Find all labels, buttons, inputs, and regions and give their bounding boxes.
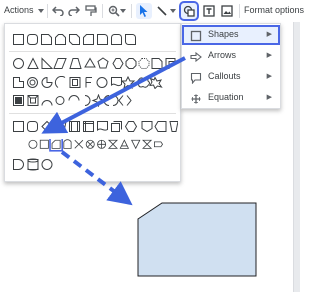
menu-item-shapes[interactable]: Shapes ▶ (182, 25, 280, 45)
plus-icon (190, 92, 202, 104)
arrow-icon (190, 50, 202, 63)
menu-item-label: Callouts (208, 71, 241, 81)
submenu-arrow-icon: ▶ (266, 31, 272, 38)
menu-item-label: Equation (208, 92, 244, 102)
callout-icon (190, 71, 202, 85)
shapes-row-basic-1[interactable] (13, 57, 178, 70)
palette-divider (9, 51, 176, 52)
shape-type-menu: Shapes ▶ Arrows ▶ Callouts ▶ Equation ▶ (181, 23, 281, 109)
submenu-arrow-icon: ▶ (266, 52, 272, 59)
submenu-arrow-icon: ▶ (266, 94, 272, 101)
shapes-row-rectangles[interactable] (13, 33, 173, 46)
menu-item-label: Arrows (208, 50, 237, 60)
menu-item-arrows[interactable]: Arrows ▶ (182, 46, 280, 66)
shapes-row-basic-2[interactable] (13, 76, 178, 89)
menu-item-equation[interactable]: Equation ▶ (182, 88, 280, 108)
submenu-arrow-icon: ▶ (266, 73, 272, 80)
palette-divider (9, 113, 176, 114)
shapes-palette (4, 23, 181, 182)
menu-item-label: Shapes (208, 29, 239, 39)
shapes-row-flowchart-1[interactable] (13, 120, 178, 133)
menu-item-callouts[interactable]: Callouts ▶ (182, 67, 280, 87)
shapes-row-flowchart-3[interactable] (13, 158, 178, 171)
square-icon (190, 29, 202, 42)
shapes-row-basic-3[interactable] (13, 94, 178, 107)
shapes-row-flowchart-2[interactable] (13, 139, 178, 152)
